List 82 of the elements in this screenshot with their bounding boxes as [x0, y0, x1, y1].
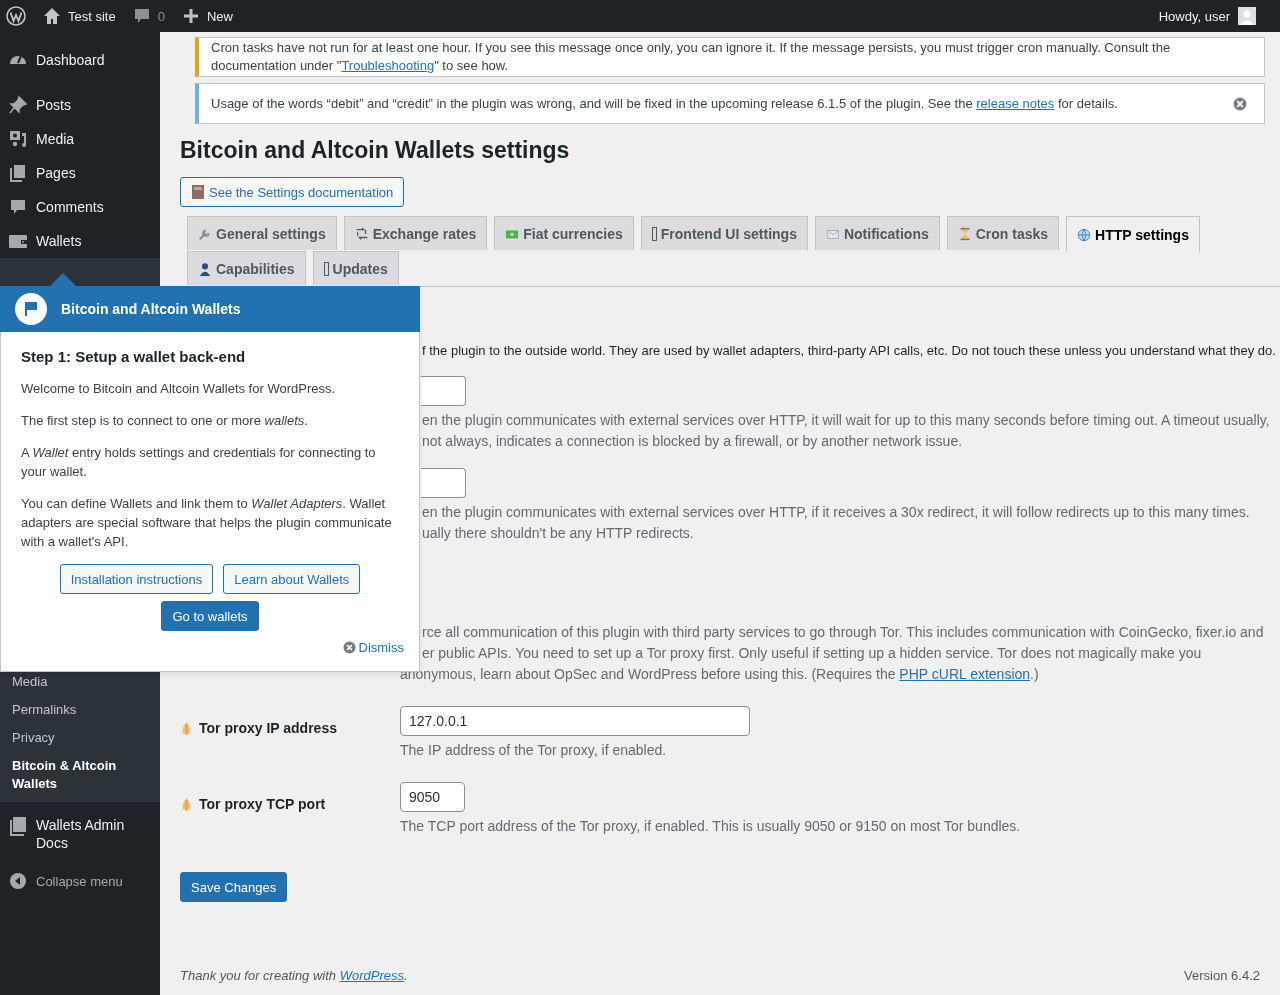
settings-tab[interactable]: Updates — [312, 251, 399, 285]
settings-tab[interactable]: Notifications — [814, 216, 940, 250]
missing-glyph-icon — [651, 226, 657, 241]
book-icon — [8, 816, 28, 836]
notice-text: Usage of the words “debit” and “credit” in the plugin was wrong, and will be fixed in the upcoming release 6.1.5 of the plugin. See the release notes for details. — [211, 94, 1119, 113]
collapse-icon — [8, 871, 28, 891]
save-changes-button[interactable]: Save Changes — [180, 872, 288, 902]
footer-text: Thank you for creating with WordPress. — [180, 968, 408, 983]
menu-item[interactable]: Wallets Admin Docs — [0, 802, 160, 866]
number-input[interactable] — [421, 468, 466, 498]
submenu-item[interactable]: Bitcoin & Altcoin Wallets — [0, 752, 160, 798]
media-icon — [8, 129, 28, 149]
avatar-icon — [1238, 7, 1256, 25]
dismiss-link[interactable]: Dismiss — [342, 640, 404, 655]
flag-icon — [15, 293, 47, 325]
settings-tab[interactable]: General settings — [187, 216, 337, 250]
documentation-button[interactable]: See the Settings documentation — [180, 177, 405, 207]
submenu-item[interactable]: Permalinks — [0, 696, 160, 724]
comments-link[interactable]: 0 — [131, 6, 165, 26]
collapse-menu-button[interactable]: Collapse menu — [0, 866, 160, 896]
field-description: not always, indicates a connection is blocked by a firewall, or by another network issue. — [422, 432, 964, 451]
account-link[interactable]: Howdy, user — [1158, 7, 1256, 25]
wrench-icon — [198, 226, 212, 241]
site-link[interactable]: Test site — [42, 6, 116, 26]
popup-heading: Step 1: Setup a wallet back-end — [21, 348, 247, 365]
field-description: The IP address of the Tor proxy, if enabled. — [400, 741, 668, 760]
settings-tab[interactable]: Frontend UI settings — [640, 216, 808, 250]
wordpress-link[interactable]: WordPress — [339, 968, 404, 983]
onion-icon — [180, 720, 193, 736]
popup-paragraph: A Wallet entry holds settings and credentials for connecting to your wallet. — [21, 444, 377, 481]
port-input[interactable]: 9050 — [400, 782, 465, 812]
section-description: f the plugin to the outside world. They are used by wallet adapters, third-party API calls, etc. Do not touch these unless you understand what they do. — [422, 342, 1277, 360]
home-icon — [42, 6, 62, 26]
menu-item[interactable]: Media — [0, 122, 160, 156]
settings-tab[interactable]: Capabilities — [187, 251, 306, 285]
field-description: anonymous, learn about OpSec and WordPress before using this. (Requires the PHP cURL extension.) — [400, 665, 1040, 684]
user-icon — [198, 261, 212, 276]
missing-glyph-icon — [323, 261, 329, 276]
notice-text: Cron tasks have not run for at least one hour. If you see this message once only, you can ignore it. If the message persists, you must trigger cron manually. Consult the documentation under "Troubleshooting" to see how. — [211, 39, 1172, 75]
notice-link[interactable]: Troubleshooting — [341, 58, 435, 73]
book-icon — [191, 184, 205, 200]
settings-tab[interactable]: HTTP settings — [1066, 216, 1200, 252]
ip-address-input[interactable]: 127.0.0.1 — [400, 706, 750, 736]
menu-item[interactable]: Wallets — [0, 224, 160, 258]
version-text: Version 6.4.2 — [1184, 968, 1260, 983]
onion-icon — [180, 796, 193, 812]
settings-tab[interactable]: Fiat currencies — [494, 216, 634, 250]
globe-icon — [1077, 227, 1092, 242]
field-description: ually there shouldn't be any HTTP redirects. — [422, 524, 695, 543]
pages-icon — [8, 163, 28, 183]
exchange-icon — [354, 226, 369, 241]
menu-item[interactable]: Comments — [0, 190, 160, 224]
popup-paragraph: The first step is to connect to one or more wallets. — [21, 412, 309, 430]
page-title: Bitcoin and Altcoin Wallets settings — [180, 136, 571, 165]
pin-icon — [8, 95, 28, 115]
field-label: Tor proxy TCP port — [180, 775, 400, 812]
popup-paragraph: You can define Wallets and link them to Wallet Adapters. Wallet adapters are special software that helps the plugin communicate with a wallet's API. — [21, 495, 393, 551]
popup-button[interactable]: Installation instructions — [59, 564, 214, 594]
popup-paragraph: Welcome to Bitcoin and Altcoin Wallets for WordPress. — [21, 380, 337, 398]
field-description: er public APIs. You need to set up a Tor proxy first. Only useful if setting up a hidden service. Tor does not magically make you — [422, 644, 1203, 663]
field-description: en the plugin communicates with external services over HTTP, it will wait for up to this many seconds before timing out. A timeout usually, — [422, 411, 1271, 430]
new-link[interactable]: New — [180, 6, 233, 26]
curl-extension-link[interactable]: PHP cURL extension — [899, 666, 1031, 682]
field-description: The TCP port address of the Tor proxy, if enabled. This is usually 9050 or 9150 on most Tor bundles. — [400, 817, 1022, 836]
submenu-item[interactable]: Privacy — [0, 724, 160, 752]
field-label: Tor proxy IP address — [180, 699, 400, 736]
menu-item[interactable]: Dashboard — [0, 43, 160, 77]
menu-item[interactable]: Posts — [0, 88, 160, 122]
settings-tab[interactable]: Cron tasks — [946, 216, 1060, 250]
number-input[interactable] — [421, 376, 466, 406]
popup-title: Bitcoin and Altcoin Wallets — [61, 301, 241, 317]
settings-tab[interactable]: Exchange rates — [343, 216, 488, 250]
popup-button[interactable]: Learn about Wallets — [223, 564, 361, 594]
popup-button[interactable]: Go to wallets — [161, 601, 259, 631]
wordpress-logo[interactable] — [6, 6, 26, 26]
close-icon — [342, 641, 356, 654]
close-icon[interactable] — [1232, 95, 1248, 112]
field-description: en the plugin communicates with external services over HTTP, if it receives a 30x redirect, it will follow redirects up to this many times. — [422, 503, 1251, 522]
menu-item[interactable]: Pages — [0, 156, 160, 190]
submenu-item[interactable]: Media — [0, 668, 160, 696]
field-description: rce all communication of this plugin with third party services to go through Tor. This includes communication with CoinGecko, fixer.io and — [422, 623, 1265, 642]
notice-link[interactable]: release notes — [976, 95, 1055, 111]
